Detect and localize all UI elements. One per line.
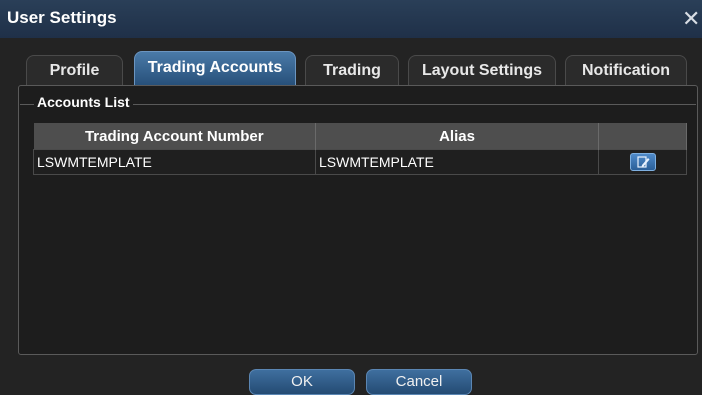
accounts-table: Trading Account Number Alias LSWMTEMPLAT…: [33, 123, 687, 175]
edit-icon: [636, 156, 649, 168]
cell-alias[interactable]: LSWMTEMPLATE: [315, 149, 599, 175]
tab-profile[interactable]: Profile: [26, 55, 123, 85]
tab-strip: Profile Trading Accounts Trading Layout …: [26, 51, 702, 85]
cell-action: [598, 149, 687, 175]
close-icon[interactable]: ✕: [682, 5, 702, 33]
cell-account-number[interactable]: LSWMTEMPLATE: [33, 149, 316, 175]
column-header-account-number[interactable]: Trading Account Number: [33, 123, 316, 150]
tab-trading[interactable]: Trading: [305, 55, 399, 85]
table-row[interactable]: LSWMTEMPLATE LSWMTEMPLATE: [33, 149, 687, 175]
settings-content: Profile Trading Accounts Trading Layout …: [0, 38, 702, 395]
edit-button[interactable]: [629, 153, 656, 171]
ok-button[interactable]: OK: [249, 369, 355, 395]
tab-layout-settings[interactable]: Layout Settings: [408, 55, 556, 85]
tab-trading-accounts[interactable]: Trading Accounts: [134, 51, 296, 85]
table-header-row: Trading Account Number Alias: [33, 123, 687, 150]
title-bar: User Settings ✕: [0, 0, 702, 38]
column-header-alias[interactable]: Alias: [315, 123, 599, 150]
accounts-list-label: Accounts List: [34, 94, 133, 110]
column-header-action: [598, 123, 687, 150]
cancel-button[interactable]: Cancel: [366, 369, 472, 395]
tab-notification[interactable]: Notification: [565, 55, 687, 85]
window-title: User Settings: [7, 8, 117, 27]
